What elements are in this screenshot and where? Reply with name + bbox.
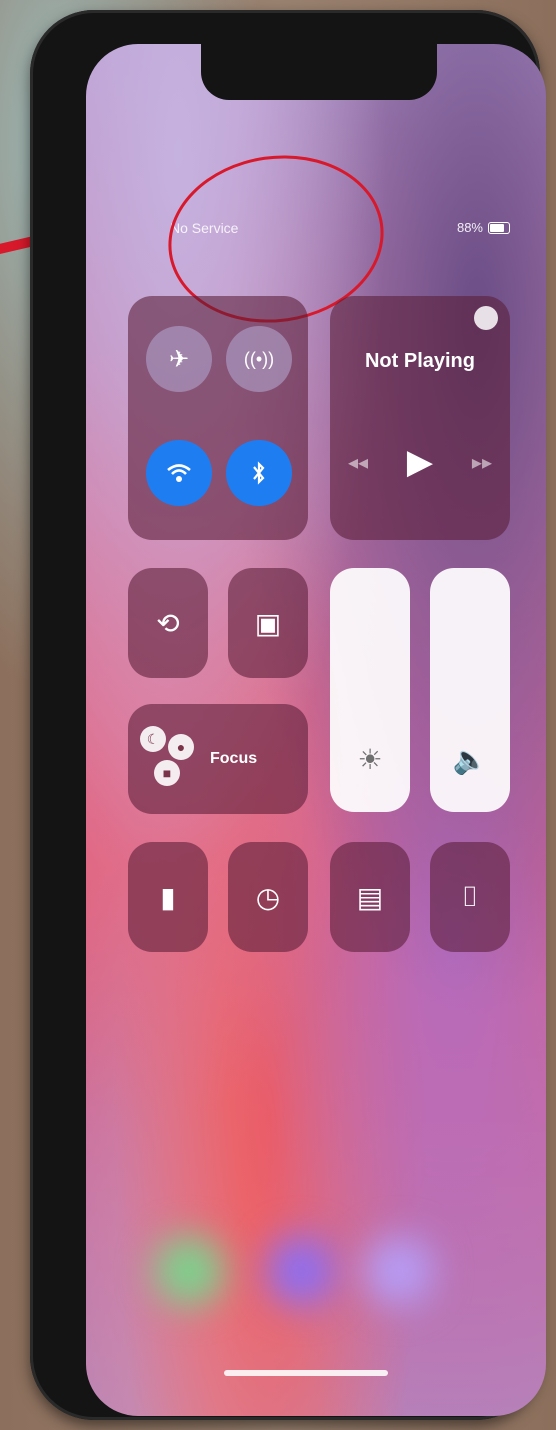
control-center-screen: No Service 88% ✈ ((•)) Not Playing ◂◂ ▶ …	[86, 44, 546, 1416]
moon-icon: ☾	[140, 726, 166, 752]
focus-icon: ☾ ● ■	[140, 726, 202, 788]
media-controls: ◂◂ ▶ ▸▸	[348, 442, 492, 482]
forward-button[interactable]: ▸▸	[472, 450, 492, 475]
airplay-icon[interactable]	[474, 306, 498, 330]
focus-label: Focus	[210, 750, 258, 767]
focus-button[interactable]: ☾ ● ■ Focus	[128, 704, 308, 814]
rewind-button[interactable]: ◂◂	[348, 450, 368, 475]
camera-icon: ⌷	[461, 880, 479, 912]
flashlight-button[interactable]: ▮	[128, 842, 208, 952]
lock-rotation-icon: ⟲	[156, 607, 180, 639]
dock-app-blur-green	[154, 1236, 224, 1306]
calculator-icon: ▤	[356, 881, 384, 913]
volume-slider[interactable]: 🔈	[430, 568, 510, 812]
airplane-icon: ✈	[168, 345, 190, 373]
cellular-antenna-icon: ((•))	[243, 348, 275, 369]
dock-app-blur-purple	[266, 1236, 336, 1306]
speaker-icon: 🔈	[452, 744, 488, 775]
notch	[201, 44, 437, 100]
flashlight-icon: ▮	[160, 881, 176, 913]
media-title: Not Playing	[364, 350, 475, 372]
bluetooth-icon	[253, 461, 265, 485]
battery-percent: 88%	[456, 220, 483, 235]
timer-button[interactable]: ◷	[228, 842, 308, 952]
play-button[interactable]: ▶	[407, 442, 433, 482]
cellular-data-button[interactable]: ((•))	[226, 326, 292, 392]
bluetooth-button[interactable]	[226, 440, 292, 506]
screen-mirroring-icon: ▣	[254, 607, 282, 639]
wifi-icon	[167, 464, 191, 482]
person-icon: ●	[168, 734, 194, 760]
orientation-lock-button[interactable]: ⟲	[128, 568, 208, 678]
timer-icon: ◷	[255, 881, 281, 913]
airplane-mode-button[interactable]: ✈	[146, 326, 212, 392]
phone-frame: No Service 88% ✈ ((•)) Not Playing ◂◂ ▶ …	[30, 10, 546, 1420]
work-icon: ■	[154, 760, 180, 786]
media-player-panel[interactable]: Not Playing ◂◂ ▶ ▸▸	[330, 296, 510, 540]
wifi-button[interactable]	[146, 440, 212, 506]
dock-app-blur-lavender	[364, 1236, 434, 1306]
battery-icon	[488, 221, 510, 234]
connectivity-panel: ✈ ((•))	[128, 296, 308, 540]
home-indicator[interactable]	[224, 1370, 388, 1376]
battery-status: 88%	[457, 220, 510, 235]
screen-mirroring-button[interactable]: ▣	[228, 568, 308, 678]
camera-button[interactable]: ⌷	[430, 842, 510, 952]
brightness-slider[interactable]: ☀	[330, 568, 410, 812]
sun-icon: ☀	[357, 744, 383, 775]
calculator-button[interactable]: ▤	[330, 842, 410, 952]
